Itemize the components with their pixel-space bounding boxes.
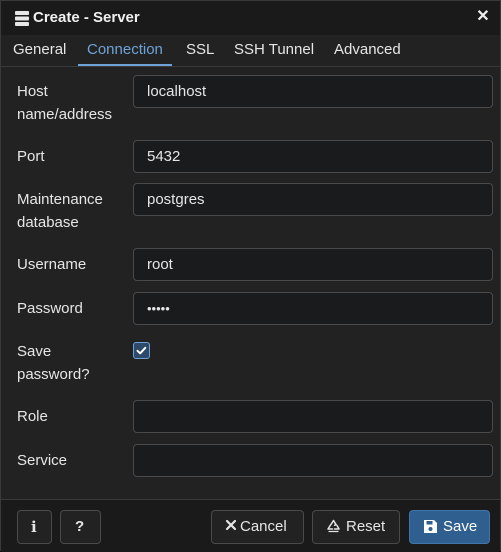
tab-bar: General Connection SSL SSH Tunnel Advanc…	[1, 35, 500, 67]
dialog-footer: i ? Cancel Reset Save	[1, 499, 500, 552]
maintenance-database-label: Maintenance database	[17, 191, 103, 231]
cancel-icon	[225, 519, 237, 531]
help-button[interactable]: ?	[60, 510, 101, 544]
close-icon[interactable]: ✕	[474, 7, 492, 27]
host-label: Host name/address	[17, 83, 113, 123]
role-label: Role	[17, 408, 48, 425]
info-icon: i	[31, 518, 37, 536]
info-button[interactable]: i	[17, 510, 52, 544]
service-label: Service	[17, 452, 68, 469]
dialog-title: Create - Server	[33, 9, 140, 26]
tab-advanced[interactable]: Advanced	[334, 35, 401, 66]
connection-form: Host name/address localhost Port 5432 Ma…	[1, 67, 500, 497]
tab-ssl[interactable]: SSL	[186, 35, 214, 66]
role-select[interactable]	[133, 400, 493, 433]
create-server-dialog: Create - Server ✕ General Connection SSL…	[0, 0, 501, 552]
port-input[interactable]: 5432	[133, 140, 493, 173]
floppy-disk-icon	[423, 519, 438, 534]
save-button[interactable]: Save	[409, 510, 490, 544]
password-input[interactable]: •••••	[133, 292, 493, 325]
recycle-icon	[326, 519, 341, 534]
reset-label: Reset	[346, 518, 386, 535]
password-label: Password	[17, 300, 83, 317]
dialog-titlebar[interactable]: Create - Server ✕	[1, 1, 500, 35]
tab-general[interactable]: General	[13, 35, 66, 66]
cancel-button[interactable]: Cancel	[211, 510, 304, 544]
save-password-label: Save password?	[17, 343, 90, 383]
port-label: Port	[17, 148, 45, 165]
save-label: Save	[443, 518, 478, 535]
service-input[interactable]	[133, 444, 493, 477]
username-label: Username	[17, 256, 87, 273]
tab-ssh-tunnel[interactable]: SSH Tunnel	[234, 35, 314, 66]
help-icon: ?	[75, 518, 85, 535]
server-icon	[15, 11, 29, 26]
save-password-checkbox[interactable]	[133, 342, 150, 359]
cancel-label: Cancel	[240, 518, 287, 535]
maintenance-database-input[interactable]: postgres	[133, 183, 493, 216]
checkmark-icon	[136, 346, 147, 355]
username-input[interactable]: root	[133, 248, 493, 281]
tab-connection[interactable]: Connection	[78, 35, 172, 66]
reset-button[interactable]: Reset	[312, 510, 400, 544]
host-input[interactable]: localhost	[133, 75, 493, 108]
